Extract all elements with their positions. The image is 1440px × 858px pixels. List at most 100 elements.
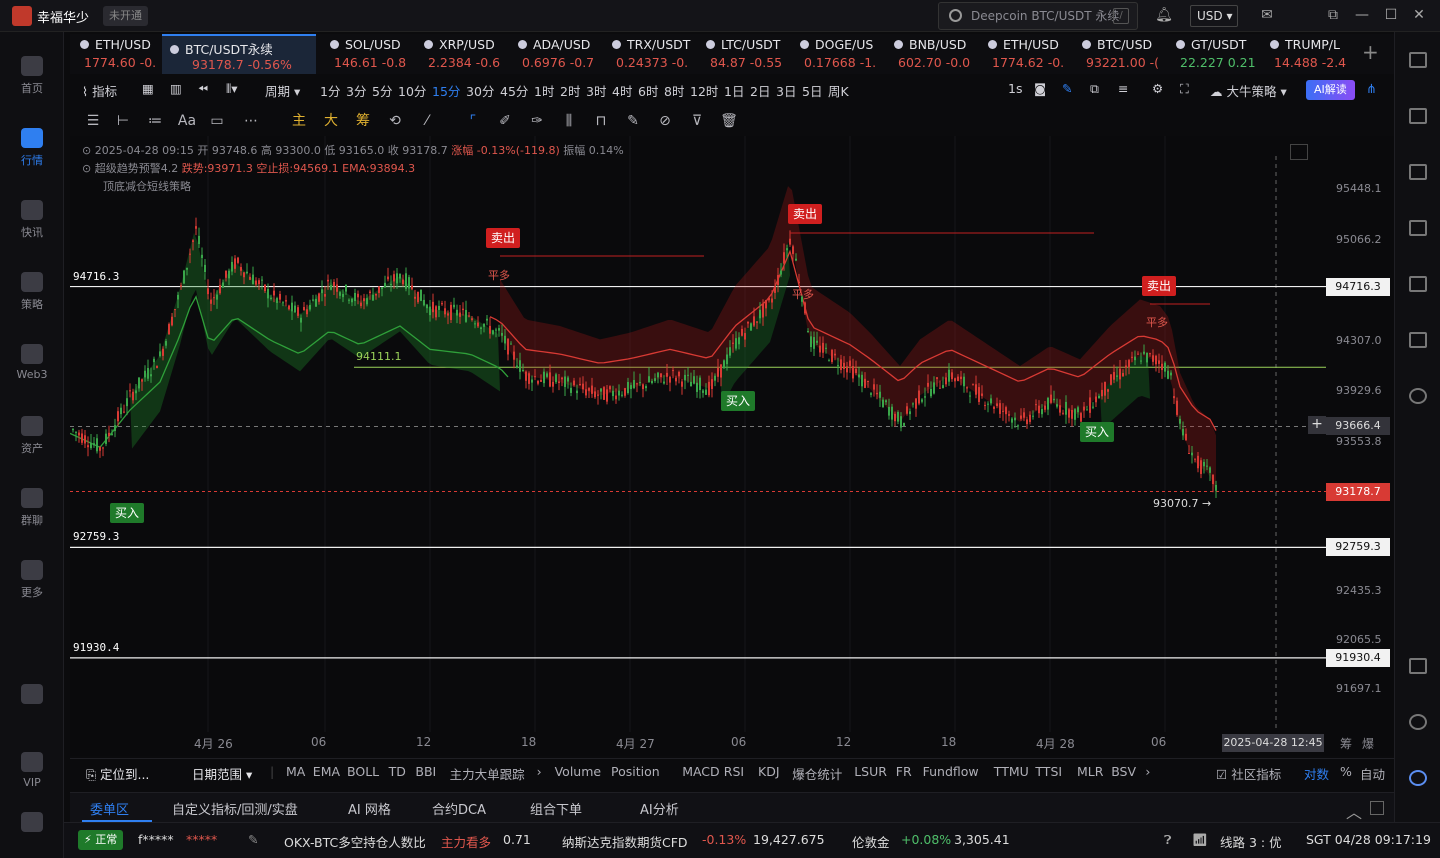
interval-1日[interactable]: 1日 — [724, 81, 744, 100]
more-dots-icon[interactable]: ⋯ — [242, 112, 260, 130]
indicator-主力大单跟踪[interactable]: 主力大单跟踪 — [450, 764, 525, 783]
main-overlay-button[interactable]: 主 — [290, 112, 308, 130]
buy-signal[interactable]: 买入 — [1080, 422, 1115, 442]
ticker-item[interactable]: ETH/USD 1774.60 -0. — [76, 34, 168, 74]
chip-toggle[interactable]: 筹 — [1340, 735, 1352, 752]
ticker-item[interactable]: GT/USDT 22.227 0.21 — [1172, 34, 1264, 74]
lock-icon[interactable]: ⊓ — [592, 112, 610, 130]
bars-icon[interactable]: ⫼ — [560, 112, 578, 130]
sidebar-item-首页[interactable]: 首页 — [0, 56, 64, 96]
dollar-icon[interactable] — [1409, 164, 1427, 180]
interval-1分[interactable]: 1分 — [320, 81, 340, 100]
sell-signal[interactable]: 卖出 — [1142, 276, 1177, 296]
order-icon[interactable] — [1409, 388, 1427, 404]
interval-12时[interactable]: 12时 — [690, 81, 718, 100]
tab-AI分析[interactable]: AI分析 — [640, 799, 679, 818]
candle-type-icon[interactable]: ⫴▾ — [226, 81, 238, 97]
ticker-item[interactable]: SOL/USD 146.61 -0.8 — [326, 34, 418, 74]
ticker-item[interactable]: BNB/USD 602.70 -0.0 — [890, 34, 982, 74]
sell-signal[interactable]: 卖出 — [486, 228, 521, 248]
sidebar-item-Web3[interactable]: Web3 — [0, 344, 64, 381]
indicator-Volume[interactable]: Volume — [555, 764, 602, 779]
magic-icon[interactable]: ⟲ — [386, 112, 404, 130]
layout-split-icon[interactable]: ▥ — [170, 81, 182, 96]
ticker-item[interactable]: ADA/USD 0.6976 -0.7 — [514, 34, 606, 74]
interval-30分[interactable]: 30分 — [466, 81, 494, 100]
list-icon[interactable]: ≡ — [1118, 81, 1128, 96]
log-scale-toggle[interactable]: 对数 — [1304, 764, 1329, 783]
ticker-item[interactable]: XRP/USD 2.2384 -0.6 — [420, 34, 512, 74]
ticker-item[interactable]: DOGE/US 0.17668 -1. — [796, 34, 888, 74]
horizontal-line-icon[interactable]: ⊢ — [114, 112, 132, 130]
interval-15分[interactable]: 15分 — [432, 81, 460, 100]
big-order-button[interactable]: 大 — [322, 112, 340, 130]
trash-icon[interactable]: 🗑︎ — [720, 112, 738, 130]
text-tool-icon[interactable]: Aa — [176, 112, 198, 130]
fullscreen-icon[interactable]: ⛶ — [1180, 81, 1189, 97]
maximize-icon[interactable]: ☐ — [1382, 6, 1400, 24]
add-alert-icon[interactable]: + — [1308, 416, 1326, 435]
ticker-item[interactable]: BTC/USDT永续 93178.7 -0.56% — [162, 34, 316, 74]
route-status[interactable]: 线路 3 : 优 — [1220, 832, 1282, 851]
monitor-icon[interactable] — [1409, 276, 1427, 292]
search-input[interactable]: Deepcoin BTC/USDT 永续 / — [938, 2, 1138, 30]
ticker-item[interactable]: TRX/USDT 0.24373 -0. — [608, 34, 700, 74]
sell-signal[interactable]: 卖出 — [788, 204, 823, 224]
sidebar-item-群聊[interactable]: 群聊 — [0, 488, 64, 528]
indicator-BOLL[interactable]: BOLL — [347, 764, 379, 779]
cursor-icon[interactable]: ⌜ — [464, 112, 482, 130]
tab-合约DCA[interactable]: 合约DCA — [432, 799, 486, 818]
indicator-MLR[interactable]: MLR — [1077, 764, 1103, 779]
panel-icon[interactable] — [1409, 658, 1427, 674]
indicator-TD[interactable]: TD — [389, 764, 406, 779]
buy-signal[interactable]: 买入 — [721, 391, 756, 411]
chart-expand-icon[interactable] — [1290, 144, 1308, 160]
ticker-item[interactable]: LTC/USDT 84.87 -0.55 — [702, 34, 794, 74]
card-icon[interactable] — [1409, 332, 1427, 348]
interval-周K[interactable]: 周K — [828, 81, 849, 100]
tab-组合下单[interactable]: 组合下单 — [530, 799, 582, 818]
pen-icon[interactable]: ✐ — [496, 112, 514, 130]
indicator-FR[interactable]: FR — [896, 764, 912, 779]
ai-interpret-button[interactable]: AI解读 — [1306, 80, 1355, 100]
popout-panel-icon[interactable] — [1370, 801, 1384, 815]
tab-委单区[interactable]: 委单区 — [90, 799, 129, 818]
interval-3日[interactable]: 3日 — [776, 81, 796, 100]
brush-icon[interactable]: ⁄ — [418, 112, 436, 130]
indicator-RSI[interactable]: RSI — [724, 764, 744, 779]
interval-3时[interactable]: 3时 — [586, 81, 606, 100]
close-icon[interactable]: ✕ — [1410, 6, 1428, 24]
ticker-item[interactable]: TRUMP/L 14.488 -2.4 — [1266, 34, 1358, 74]
date-range-dropdown[interactable]: 日期范围 ▾ — [192, 764, 252, 783]
headset-icon[interactable] — [1409, 714, 1427, 730]
interval-2日[interactable]: 2日 — [750, 81, 770, 100]
add-ticker-icon[interactable]: + — [1362, 40, 1379, 64]
sidebar-item-phone[interactable] — [0, 684, 64, 708]
percent-toggle[interactable]: % — [1340, 764, 1352, 779]
chip-distribution-button[interactable]: 筹 — [354, 112, 372, 130]
interval-4时[interactable]: 4时 — [612, 81, 632, 100]
period-dropdown[interactable]: 周期 ▾ — [265, 81, 300, 100]
connection-status[interactable]: ⚡ 正常 — [78, 830, 124, 850]
menu-lines-icon[interactable]: ☰ — [84, 112, 102, 130]
pencil-icon[interactable]: ✎ — [1062, 81, 1072, 96]
magnet-icon[interactable]: ⊘ — [656, 112, 674, 130]
edit-icon[interactable]: ✎ — [248, 832, 258, 847]
indicator-Fundflow[interactable]: Fundflow — [923, 764, 979, 779]
chart-line-icon[interactable] — [1409, 220, 1427, 236]
mail-icon[interactable]: ✉ — [1258, 6, 1276, 24]
filter-icon[interactable]: ⊽ — [688, 112, 706, 130]
rewind-icon[interactable]: ⏪︎ — [198, 81, 208, 97]
sidebar-item-资产[interactable]: 资产 — [0, 416, 64, 456]
indicator-Position[interactable]: Position — [611, 764, 660, 779]
marker-icon[interactable]: ✑ — [528, 112, 546, 130]
indicator-button[interactable]: ⌇ 指标 — [82, 81, 117, 100]
parallel-lines-icon[interactable]: ≔ — [146, 112, 164, 130]
indicator-BSV[interactable]: BSV — [1111, 764, 1136, 779]
ticker-item[interactable]: BTC/USD 93221.00 -( — [1078, 34, 1170, 74]
interval-1时[interactable]: 1时 — [534, 81, 554, 100]
indicator-MACD[interactable]: MACD — [682, 764, 719, 779]
edit-icon[interactable]: ✎ — [624, 112, 642, 130]
sidebar-item-settings[interactable] — [0, 812, 64, 836]
interval-2时[interactable]: 2时 — [560, 81, 580, 100]
